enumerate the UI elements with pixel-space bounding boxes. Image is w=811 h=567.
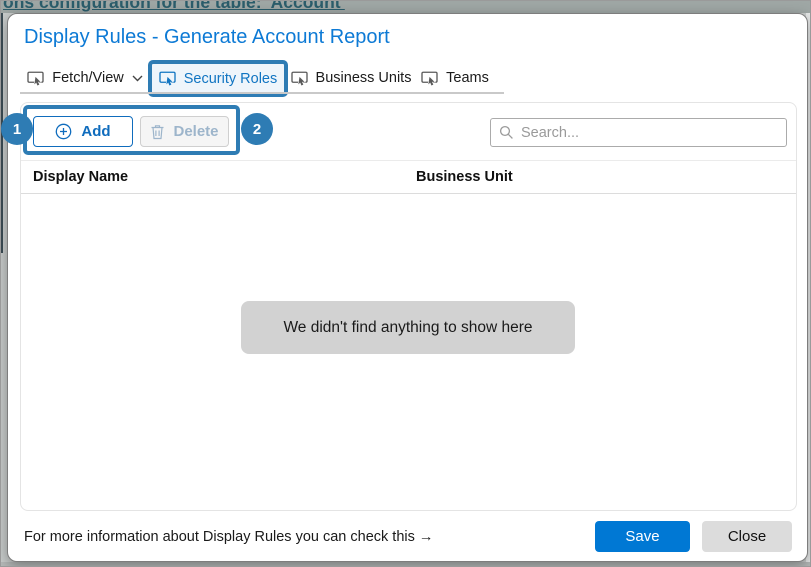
column-header-business-unit: Business Unit [416,169,513,185]
annotation-badge-1: 1 [1,113,33,145]
add-button-label: Add [81,123,111,140]
annotation-badge-2: 2 [241,113,273,145]
slideshow-icon [290,71,308,86]
save-button[interactable]: Save [595,521,690,552]
column-header-display-name: Display Name [33,169,129,185]
search-icon [499,125,514,140]
tab-strip-underline [20,92,504,94]
empty-state-message: We didn't find anything to show here [241,301,575,354]
tab-fetch-view[interactable]: Fetch/View [22,62,148,94]
tab-label: Fetch/View [52,70,124,86]
screenshot-background: ons configuration for the table: 'Accoun… [0,0,811,567]
dialog-title: Display Rules - Generate Account Report [24,26,390,48]
trash-icon [150,124,165,140]
tab-business-units[interactable]: Business Units [290,62,412,94]
background-clipped-text: ons configuration for the table: 'Accoun… [3,1,345,12]
slideshow-icon [159,71,176,86]
background-bottom-edge [1,562,810,566]
tab-label: Teams [446,70,489,86]
toolbar-separator [21,160,796,161]
header-separator [21,193,796,194]
close-button[interactable]: Close [702,521,792,552]
search-box [490,118,787,147]
delete-button-label: Delete [173,123,219,140]
search-input[interactable] [521,119,786,146]
security-roles-panel: Add Delete D [20,102,797,511]
tab-teams[interactable]: Teams [412,62,498,94]
tab-label: Business Units [315,70,412,86]
delete-button[interactable]: Delete [140,116,229,147]
background-window-strip: ons configuration for the table: 'Accoun… [1,1,810,13]
slideshow-icon [27,71,44,86]
display-rules-dialog: Display Rules - Generate Account Report … [7,13,808,562]
tab-label: Security Roles [183,70,278,87]
slideshow-icon [421,71,438,86]
footer-info-text: For more information about Display Rules… [24,529,434,545]
chevron-down-icon [132,75,143,82]
add-button[interactable]: Add [33,116,133,147]
add-circle-icon [55,123,72,140]
